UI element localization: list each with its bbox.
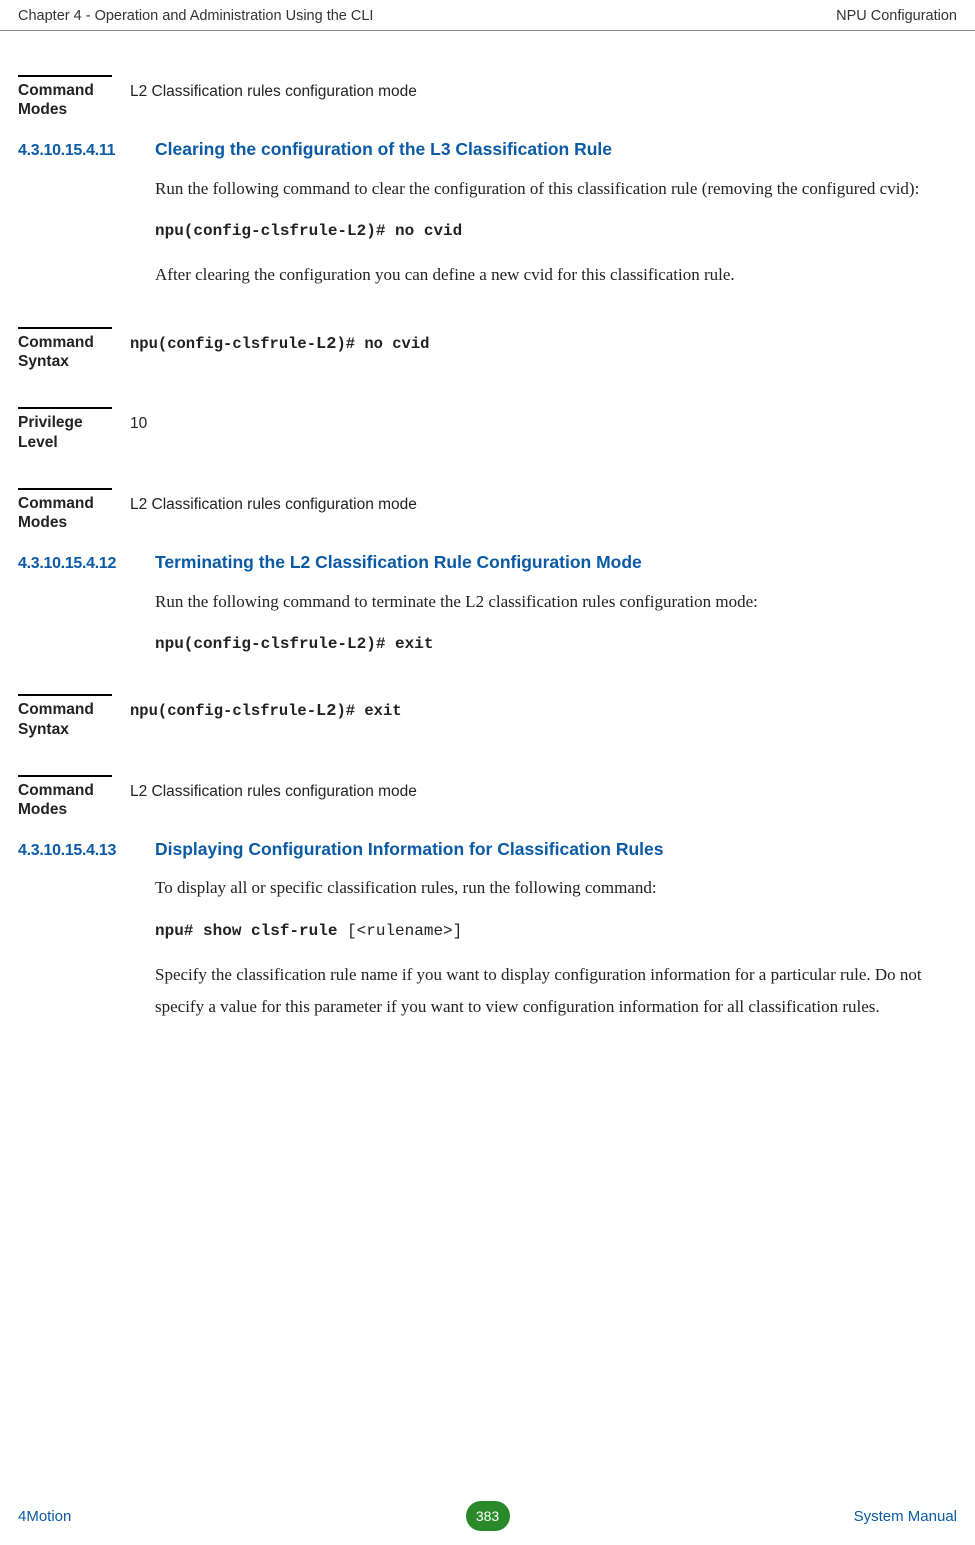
syntax-part: )# no cvid: [336, 335, 429, 353]
divider: [18, 488, 112, 490]
command-modes-value: L2 Classification rules configuration mo…: [130, 494, 417, 516]
command-syntax-value: npu(config-clsfrule-L2)# exit: [130, 700, 402, 724]
syntax-part: L2: [316, 335, 336, 354]
syntax-part: npu(config-clsfrule-: [130, 702, 316, 720]
command-modes-row: Command Modes L2 Classification rules co…: [18, 494, 957, 533]
command-syntax-label: Command Syntax: [18, 333, 130, 372]
header-left: Chapter 4 - Operation and Administration…: [18, 8, 373, 24]
divider: [18, 75, 112, 77]
command-syntax-label: Command Syntax: [18, 700, 130, 739]
page-footer: 4Motion 383 System Manual: [18, 1501, 957, 1531]
command-syntax-value: npu(config-clsfrule-L2)# no cvid: [130, 333, 429, 357]
command-example: npu(config-clsfrule-L2)# no cvid: [155, 218, 927, 245]
page-number-badge: 383: [466, 1501, 510, 1531]
section-title: Displaying Configuration Information for…: [155, 838, 664, 861]
privilege-level-label: Privilege Level: [18, 413, 130, 452]
header-right: NPU Configuration: [836, 8, 957, 24]
command-syntax-row: Command Syntax npu(config-clsfrule-L2)# …: [18, 333, 957, 372]
divider: [18, 775, 112, 777]
command-example: npu(config-clsfrule-L2)# exit: [155, 631, 927, 658]
divider: [18, 694, 112, 696]
command-example: npu# show clsf-rule [<rulename>]: [155, 918, 927, 945]
command-modes-label: Command Modes: [18, 494, 130, 533]
footer-left: 4Motion: [18, 1508, 466, 1525]
body-paragraph: Run the following command to clear the c…: [155, 173, 927, 204]
command-bold: npu# show clsf-rule: [155, 922, 347, 940]
page-content: Command Modes L2 Classification rules co…: [0, 31, 975, 1022]
body-paragraph: After clearing the configuration you can…: [155, 259, 927, 290]
section-heading: 4.3.10.15.4.12 Terminating the L2 Classi…: [18, 551, 957, 574]
command-modes-value: L2 Classification rules configuration mo…: [130, 81, 417, 103]
section-number: 4.3.10.15.4.12: [18, 555, 155, 573]
footer-right: System Manual: [510, 1508, 958, 1525]
command-modes-value: L2 Classification rules configuration mo…: [130, 781, 417, 803]
divider: [18, 327, 112, 329]
body-paragraph: Run the following command to terminate t…: [155, 586, 927, 617]
section-heading: 4.3.10.15.4.13 Displaying Configuration …: [18, 838, 957, 861]
section-title: Terminating the L2 Classification Rule C…: [155, 551, 642, 574]
command-modes-row: Command Modes L2 Classification rules co…: [18, 781, 957, 820]
syntax-part: )# exit: [336, 702, 401, 720]
body-paragraph: Specify the classification rule name if …: [155, 959, 927, 1022]
command-arg: [<rulename>]: [347, 922, 462, 940]
page-header: Chapter 4 - Operation and Administration…: [0, 0, 975, 31]
section-number: 4.3.10.15.4.11: [18, 142, 155, 160]
command-modes-row: Command Modes L2 Classification rules co…: [18, 81, 957, 120]
section-title: Clearing the configuration of the L3 Cla…: [155, 138, 612, 161]
body-paragraph: To display all or specific classificatio…: [155, 872, 927, 903]
privilege-level-row: Privilege Level 10: [18, 413, 957, 452]
privilege-level-value: 10: [130, 413, 147, 435]
syntax-part: npu(config-clsfrule-: [130, 335, 316, 353]
section-number: 4.3.10.15.4.13: [18, 842, 155, 860]
command-modes-label: Command Modes: [18, 81, 130, 120]
command-syntax-row: Command Syntax npu(config-clsfrule-L2)# …: [18, 700, 957, 739]
command-modes-label: Command Modes: [18, 781, 130, 820]
section-heading: 4.3.10.15.4.11 Clearing the configuratio…: [18, 138, 957, 161]
syntax-part: L2: [316, 702, 336, 721]
divider: [18, 407, 112, 409]
